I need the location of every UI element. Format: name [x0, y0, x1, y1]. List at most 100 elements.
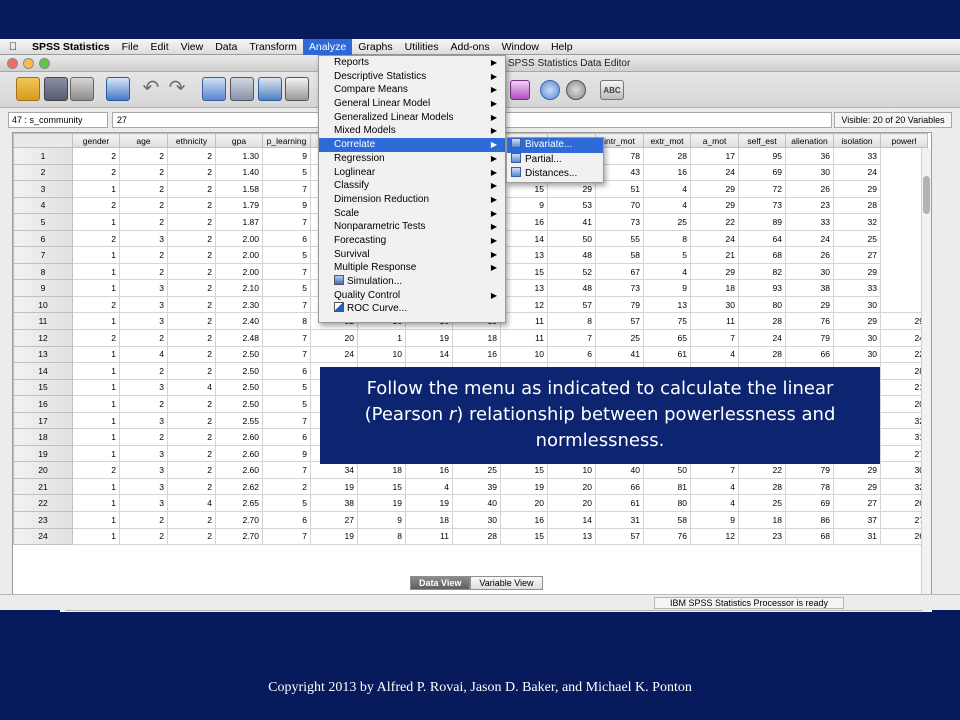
analyze-menu-item-forecasting[interactable]: Forecasting ▶	[319, 234, 505, 248]
data-cell[interactable]: 3	[119, 378, 168, 397]
data-cell[interactable]: 8	[643, 229, 691, 248]
data-cell[interactable]: 2	[119, 163, 168, 182]
data-cell[interactable]: 79	[595, 295, 644, 314]
data-cell[interactable]: 14	[500, 229, 548, 248]
data-cell[interactable]: 4	[643, 262, 691, 281]
vertical-scroll-thumb[interactable]	[923, 176, 930, 214]
data-cell[interactable]: 26	[785, 246, 834, 264]
data-cell[interactable]: 22	[738, 461, 786, 479]
data-cell[interactable]: 1	[72, 511, 120, 529]
data-cell[interactable]: 93	[738, 279, 786, 297]
data-cell[interactable]: 2	[167, 395, 216, 413]
data-cell[interactable]: 3	[119, 494, 168, 513]
data-cell[interactable]: 41	[595, 345, 644, 364]
data-cell[interactable]: 61	[595, 494, 644, 513]
data-cell[interactable]: 48	[547, 279, 596, 297]
data-cell[interactable]: 2.40	[215, 312, 263, 331]
data-cell[interactable]: 2	[119, 147, 168, 165]
data-cell[interactable]: 24	[310, 345, 358, 364]
data-cell[interactable]: 40	[595, 461, 644, 479]
row-number[interactable]: 24	[13, 527, 73, 546]
data-cell[interactable]: 51	[595, 180, 644, 198]
data-cell[interactable]: 2	[119, 428, 168, 446]
data-cell[interactable]: 70	[595, 196, 644, 215]
data-cell[interactable]: 18	[690, 279, 739, 297]
data-cell[interactable]: 76	[643, 527, 691, 546]
data-cell[interactable]: 5	[262, 279, 311, 297]
row-number[interactable]: 3	[13, 180, 73, 198]
data-cell[interactable]: 14	[547, 511, 596, 529]
data-cell[interactable]: 7	[262, 213, 311, 231]
data-cell[interactable]: 7	[262, 411, 311, 430]
analyze-menu-item-simulation[interactable]: Simulation...	[319, 275, 505, 289]
row-number[interactable]: 15	[13, 378, 73, 397]
data-cell[interactable]: 66	[785, 345, 834, 364]
data-cell[interactable]: 4	[167, 494, 216, 513]
go-to-variable-icon[interactable]	[230, 77, 254, 101]
data-cell[interactable]: 24	[785, 229, 834, 248]
data-cell[interactable]: 55	[595, 229, 644, 248]
data-cell[interactable]: 2	[72, 461, 120, 479]
data-cell[interactable]: 2	[72, 196, 120, 215]
data-cell[interactable]: 31	[595, 511, 644, 529]
data-cell[interactable]: 1	[72, 527, 120, 546]
analyze-menu-item-regression[interactable]: Regression ▶	[319, 152, 505, 166]
find-icon[interactable]	[285, 77, 309, 101]
data-cell[interactable]: 57	[595, 527, 644, 546]
spell-check-icon[interactable]: ABC	[600, 80, 624, 100]
data-cell[interactable]: 69	[785, 494, 834, 513]
close-window-icon[interactable]	[7, 58, 18, 69]
data-cell[interactable]: 5	[262, 246, 311, 264]
data-cell[interactable]: 2.30	[215, 295, 263, 314]
data-cell[interactable]: 7	[262, 262, 311, 281]
menu-graphs[interactable]: Graphs	[352, 39, 398, 55]
row-number[interactable]: 23	[13, 511, 73, 529]
data-cell[interactable]: 53	[547, 196, 596, 215]
data-cell[interactable]: 2	[119, 511, 168, 529]
data-cell[interactable]: 36	[785, 147, 834, 165]
data-cell[interactable]: 19	[405, 329, 453, 347]
data-cell[interactable]: 2	[72, 163, 120, 182]
data-cell[interactable]: 50	[643, 461, 691, 479]
data-cell[interactable]: 25	[738, 494, 786, 513]
data-cell[interactable]: 10	[547, 461, 596, 479]
row-number[interactable]: 2	[13, 163, 73, 182]
data-cell[interactable]: 9	[643, 279, 691, 297]
data-cell[interactable]: 7	[262, 461, 311, 479]
data-cell[interactable]: 34	[310, 461, 358, 479]
row-number[interactable]: 13	[13, 345, 73, 364]
data-cell[interactable]: 30	[785, 163, 834, 182]
data-cell[interactable]: 15	[357, 477, 406, 496]
column-header[interactable]: gpa	[215, 133, 263, 148]
data-cell[interactable]: 2	[167, 295, 216, 314]
data-cell[interactable]: 11	[500, 329, 548, 347]
redo-icon[interactable]: ↷	[166, 77, 188, 101]
data-cell[interactable]: 7	[262, 345, 311, 364]
data-cell[interactable]: 2.70	[215, 527, 263, 546]
menu-file[interactable]: File	[116, 39, 145, 55]
column-header[interactable]: self_est	[738, 133, 786, 148]
row-number[interactable]: 6	[13, 229, 73, 248]
column-header[interactable]: p_learning	[262, 133, 311, 148]
data-cell[interactable]: 33	[833, 147, 881, 165]
data-cell[interactable]: 31	[833, 527, 881, 546]
data-cell[interactable]: 69	[738, 163, 786, 182]
data-cell[interactable]: 2	[167, 411, 216, 430]
data-cell[interactable]: 2.50	[215, 378, 263, 397]
menu-help[interactable]: Help	[545, 39, 579, 55]
row-number[interactable]: 17	[13, 411, 73, 430]
data-cell[interactable]: 5	[643, 246, 691, 264]
data-cell[interactable]: 64	[738, 229, 786, 248]
data-cell[interactable]: 2.50	[215, 395, 263, 413]
data-cell[interactable]: 2.60	[215, 444, 263, 463]
analyze-menu-item-scale[interactable]: Scale ▶	[319, 207, 505, 221]
correlate-item-distances[interactable]: Distances...	[507, 167, 603, 182]
data-cell[interactable]: 10	[357, 345, 406, 364]
data-cell[interactable]: 7	[262, 180, 311, 198]
data-cell[interactable]: 2.55	[215, 411, 263, 430]
data-cell[interactable]: 1	[72, 180, 120, 198]
data-cell[interactable]: 79	[785, 329, 834, 347]
data-cell[interactable]: 30	[785, 262, 834, 281]
data-cell[interactable]: 24	[738, 329, 786, 347]
data-cell[interactable]: 2	[119, 180, 168, 198]
